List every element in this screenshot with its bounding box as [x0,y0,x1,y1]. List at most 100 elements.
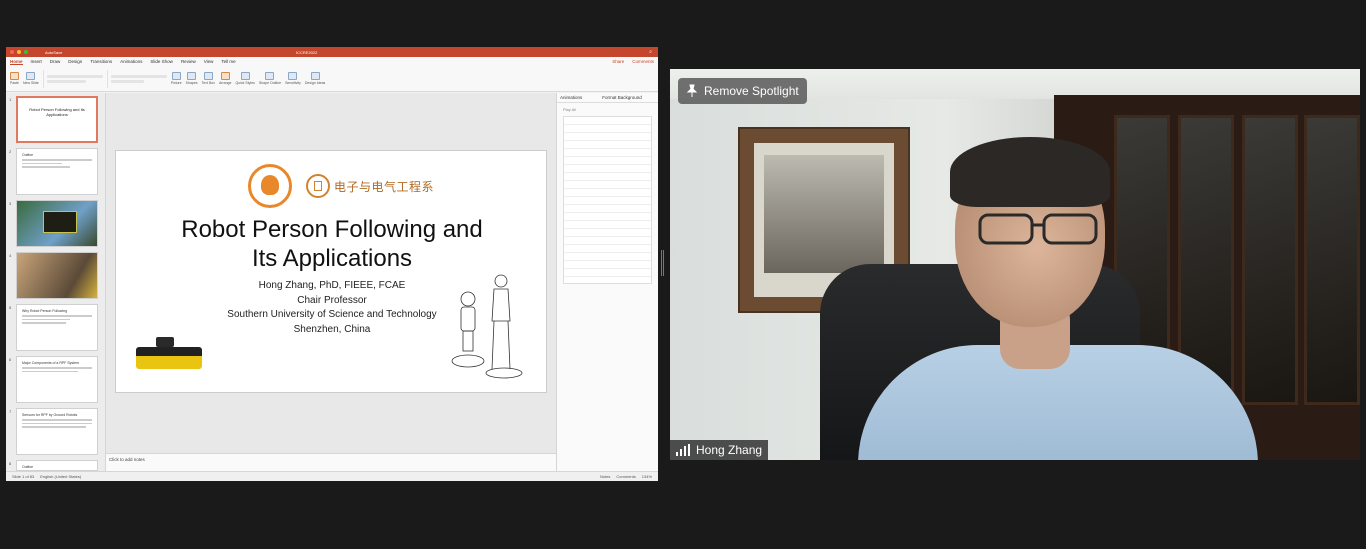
tell-me-search[interactable]: Tell me [221,59,235,64]
clipboard-icon [10,72,19,80]
status-bar: Slide 1 of 83 English (United States) No… [6,471,658,481]
notes-toggle[interactable]: Notes [600,474,610,479]
robot-cart-image [136,337,202,369]
ribbon-toolbar: Paste New Slide Picture Shapes Text Box … [6,66,658,92]
minimize-window-icon[interactable] [17,50,21,54]
tab-insert[interactable]: Insert [31,59,42,64]
close-window-icon[interactable] [10,50,14,54]
thumbnail-number: 7 [9,409,12,414]
thumbnail-number: 3 [9,201,12,206]
thumbnail-number: 8 [9,461,12,466]
quick-styles-label: Quick Styles [235,81,255,85]
thumbnail-number: 2 [9,149,12,154]
text-box-icon [203,72,213,80]
tab-format-background[interactable]: Format Background [602,95,642,100]
slide-thumbnail-6[interactable]: Major Components of a RPF System [16,356,98,403]
slide-thumbnail-7[interactable]: Sensors for RPF by Ground Robots [16,408,98,455]
thumbnail-title: Outline [22,153,34,157]
thumbnail-title: Major Components of a RPF System [22,361,79,365]
ribbon-tabs: Home Insert Draw Design Transitions Anim… [6,57,658,66]
arrange-button[interactable]: Arrange [219,72,231,85]
ppt-titlebar: AutoSave ICCRE2022 ⌕ [6,47,658,57]
arrange-icon [220,72,230,80]
shape-outline-icon [265,72,275,80]
search-icon[interactable]: ⌕ [649,49,652,55]
thumbnail-number: 1 [9,97,12,102]
thumbnail-title: Outline [22,465,34,469]
font-controls[interactable] [42,69,103,88]
thumbnail-title: Why Robot Person Following [22,309,68,313]
tab-view[interactable]: View [204,59,214,64]
document-title: ICCRE2022 [296,49,318,55]
slide-counter: Slide 1 of 83 [12,474,35,479]
comments-toggle[interactable]: Comments [616,474,635,479]
text-box-button[interactable]: Text Box [202,72,215,85]
sensitivity-button[interactable]: Sensitivity [285,72,301,85]
shapes-button[interactable]: Shapes [186,72,198,85]
picture-icon [171,72,181,80]
tab-design[interactable]: Design [68,59,82,64]
maximize-window-icon[interactable] [24,50,28,54]
glasses [978,213,1098,245]
design-ideas-button[interactable]: Design Ideas [305,72,325,85]
comments-button[interactable]: Comments [632,59,654,64]
department-logo [306,174,330,198]
slide-thumbnail-3[interactable] [16,200,98,247]
paragraph-controls[interactable] [106,69,167,88]
participant-name-tag: Hong Zhang [670,440,769,460]
slide-thumbnail-2[interactable]: Outline [16,148,98,195]
text-box-label: Text Box [201,81,215,85]
thumbnail-number: 6 [9,357,12,362]
robot-person-sketch-image [451,274,523,379]
paste-button[interactable]: Paste [10,72,19,85]
design-ideas-icon [310,72,320,80]
animation-list[interactable] [563,116,652,284]
thumbnail-title: Robot Person Following and Its Applicati… [29,107,85,117]
slide-title[interactable]: Robot Person Following and Its Applicati… [116,215,548,273]
slide-thumbnail-8[interactable]: Outline [16,460,98,471]
slide-thumbnail-1[interactable]: Robot Person Following and Its Applicati… [16,96,98,143]
new-slide-button[interactable]: New Slide [23,72,39,85]
shared-screen: AutoSave ICCRE2022 ⌕ Home Insert Draw De… [6,47,658,481]
tab-slide-show[interactable]: Slide Show [150,59,173,64]
slide-title-line-1: Robot Person Following and [181,216,483,243]
language-indicator[interactable]: English (United States) [40,474,81,479]
arrange-label: Arrange [218,81,232,85]
sensitivity-icon [288,72,298,80]
share-button[interactable]: Share [612,59,624,64]
notes-pane[interactable]: Click to add notes [106,453,556,471]
signal-strength-icon [676,444,690,456]
autosave-toggle[interactable]: AutoSave [45,50,62,55]
current-slide[interactable]: 电子与电气工程系 Robot Person Following and Its … [115,150,547,393]
play-all-button[interactable]: Play All [557,103,658,116]
tab-home[interactable]: Home [10,59,23,65]
new-slide-icon [26,72,36,80]
paste-label: Paste [10,81,19,85]
remove-spotlight-button[interactable]: Remove Spotlight [678,78,807,104]
slide-thumbnail-4[interactable] [16,252,98,299]
sensitivity-label: Sensitivity [285,81,301,85]
animations-pane: Animations Format Background Play All [556,93,658,471]
split-view-handle[interactable] [661,250,664,276]
participant-video[interactable]: Remove Spotlight Hong Zhang [670,69,1360,460]
thumbnail-number: 4 [9,253,12,258]
tab-animations[interactable]: Animations [120,59,142,64]
picture-button[interactable]: Picture [171,72,182,85]
slide-editing-canvas[interactable]: 电子与电气工程系 Robot Person Following and Its … [106,93,556,471]
tab-animations-pane[interactable]: Animations [560,95,582,100]
quick-styles-icon [240,72,250,80]
zoom-level[interactable]: 134% [642,474,652,479]
picture-label: Picture [170,81,182,85]
tab-review[interactable]: Review [181,59,196,64]
quick-styles-button[interactable]: Quick Styles [235,72,255,85]
remove-spotlight-label: Remove Spotlight [704,84,799,98]
slide-thumbnail-5[interactable]: Why Robot Person Following [16,304,98,351]
thumbnail-title: Sensors for RPF by Ground Robots [22,413,78,417]
tab-draw[interactable]: Draw [50,59,61,64]
shape-outline-label: Shape Outline [258,81,282,85]
shape-outline-button[interactable]: Shape Outline [259,72,281,85]
department-name: 电子与电气工程系 [334,180,435,194]
design-ideas-label: Design Ideas [304,81,326,85]
tab-transitions[interactable]: Transitions [90,59,112,64]
slide-thumbnail-pane[interactable]: 1 Robot Person Following and Its Applica… [6,93,106,471]
